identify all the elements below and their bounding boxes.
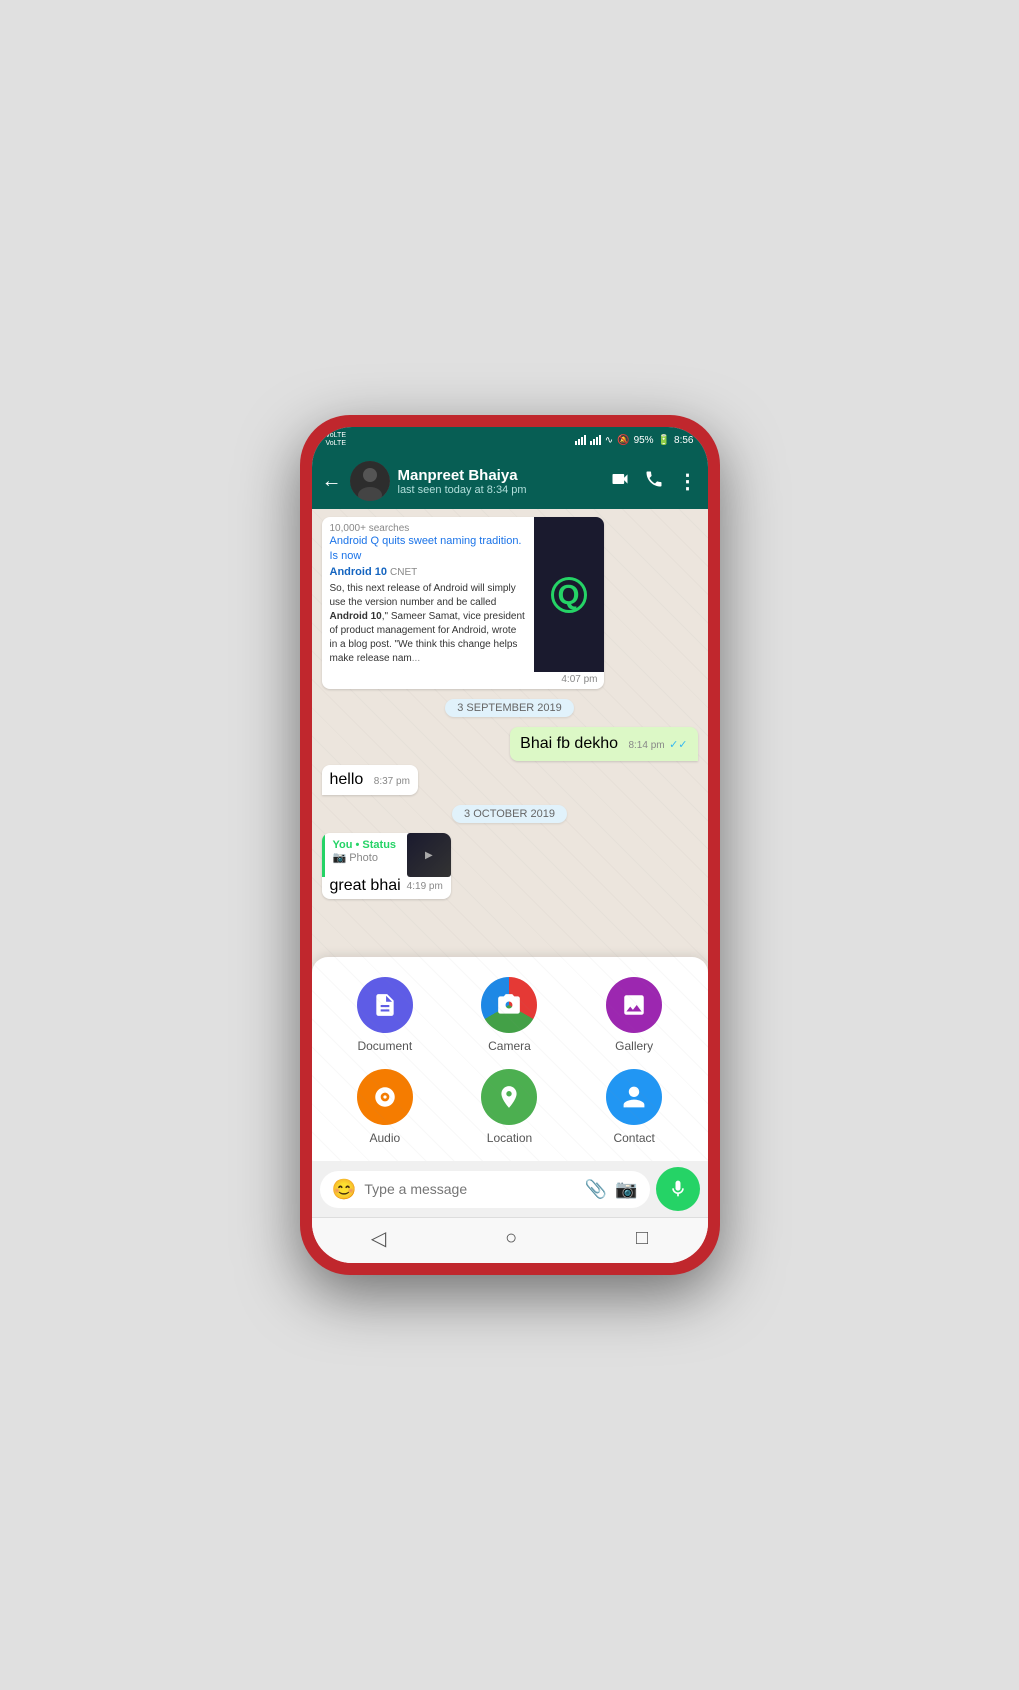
link-content: 10,000+ searches Android Q quits sweet n… <box>322 517 534 672</box>
message-checks: ✓✓ <box>669 739 687 751</box>
back-button[interactable]: ← <box>322 470 342 493</box>
link-image: Q <box>534 517 604 672</box>
clock: 8:56 <box>674 435 693 446</box>
nav-back[interactable]: ◁ <box>371 1226 386 1251</box>
network-label-1: VoLTE <box>326 432 347 440</box>
video-call-icon[interactable] <box>610 469 630 494</box>
status-right: ∿ 🔕 95% 🔋 8:56 <box>575 435 694 446</box>
contact-avatar[interactable] <box>350 461 390 501</box>
mic-button[interactable] <box>656 1167 700 1211</box>
sent-text: Bhai fb dekho <box>520 735 618 752</box>
message-link-bubble: 10,000+ searches Android Q quits sweet n… <box>322 517 604 689</box>
chat-messages: 10,000+ searches Android Q quits sweet n… <box>312 509 708 957</box>
camera-input-button[interactable]: 📷 <box>615 1179 637 1200</box>
status-bubble-inner: You • Status 📷 Photo ▶ <box>322 833 451 877</box>
status-time: 4:19 pm <box>407 881 443 892</box>
status-header: You • Status 📷 Photo <box>322 833 407 877</box>
network-info: VoLTE VoLTE <box>326 432 347 449</box>
link-title: Android Q quits sweet naming tradition. … <box>330 534 526 580</box>
nav-home[interactable]: ○ <box>505 1227 517 1250</box>
phone-frame: VoLTE VoLTE ∿ 🔕 95% � <box>300 415 720 1275</box>
status-names: You • Status <box>333 839 399 851</box>
header-icons: ⋮ <box>610 469 698 494</box>
message-input-container: 😊 📎 📷 <box>320 1171 650 1208</box>
camera-icon-small: 📷 <box>333 851 347 864</box>
status-thumbnail: ▶ <box>407 833 451 877</box>
attach-button[interactable]: 📎 <box>585 1179 607 1200</box>
call-icon[interactable] <box>644 469 664 494</box>
thumbnail-preview: ▶ <box>407 833 451 877</box>
date-divider-oct: 3 OCTOBER 2019 <box>452 805 567 823</box>
status-message-time: great bhai 4:19 pm <box>322 877 451 899</box>
sent-message-1: Bhai fb dekho 8:14 pm ✓✓ <box>510 727 697 761</box>
chat-header: ← Manpreet Bhaiya last seen today at 8:3… <box>312 453 708 509</box>
mute-icon: 🔕 <box>617 435 629 446</box>
navigation-bar: ◁ ○ □ <box>312 1217 708 1263</box>
status-bar: VoLTE VoLTE ∿ 🔕 95% � <box>312 427 708 453</box>
link-description: So, this next release of Android will si… <box>330 582 526 666</box>
contact-info: Manpreet Bhaiya last seen today at 8:34 … <box>398 467 602 496</box>
wifi-icon: ∿ <box>605 435 613 446</box>
chat-body: 10,000+ searches Android Q quits sweet n… <box>312 509 708 1161</box>
received-message-1: hello 8:37 pm <box>322 765 418 795</box>
emoji-button[interactable]: 😊 <box>332 1177 357 1202</box>
status-share-bubble: You • Status 📷 Photo ▶ grea <box>322 833 451 899</box>
status-photo-label: 📷 Photo <box>333 851 399 864</box>
signal-bars <box>575 435 586 445</box>
battery-level: 95% <box>634 435 654 446</box>
more-options-icon[interactable]: ⋮ <box>678 469 698 494</box>
input-bar: 😊 📎 📷 <box>312 1161 708 1217</box>
received-time: 8:37 pm <box>374 776 410 787</box>
network-label-2: VoLTE <box>326 440 347 448</box>
date-divider-sep: 3 SEPTEMBER 2019 <box>445 699 574 717</box>
battery-icon: 🔋 <box>658 435 670 446</box>
link-time: 4:07 pm <box>322 672 604 689</box>
received-text: hello <box>330 771 364 788</box>
status-message-text: great bhai <box>330 877 401 895</box>
last-seen: last seen today at 8:34 pm <box>398 484 602 496</box>
link-searches: 10,000+ searches <box>330 523 526 534</box>
nav-recent[interactable]: □ <box>636 1227 648 1250</box>
sent-time: 8:14 pm <box>628 740 664 751</box>
phone-screen: VoLTE VoLTE ∿ 🔕 95% � <box>312 427 708 1263</box>
contact-name: Manpreet Bhaiya <box>398 467 602 484</box>
avatar-image <box>350 461 390 501</box>
status-info: You • Status 📷 Photo <box>333 839 399 873</box>
signal-bars-2 <box>590 435 601 445</box>
message-input[interactable] <box>364 1181 576 1197</box>
